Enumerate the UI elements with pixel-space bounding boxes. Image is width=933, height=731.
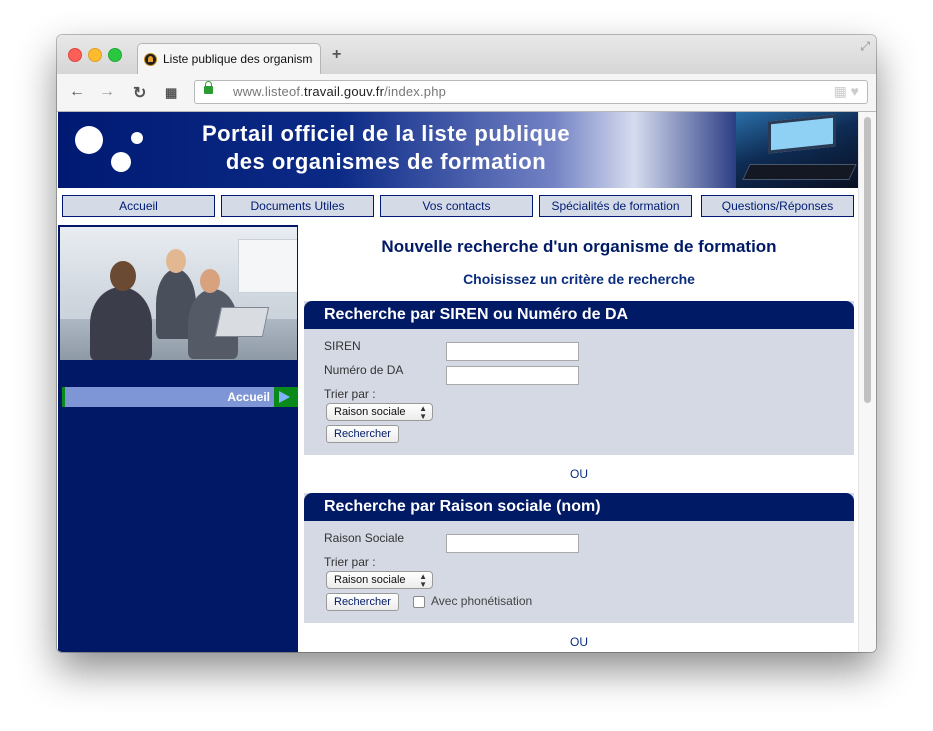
computer-image [736,112,858,188]
page-subtitle: Choisissez un critère de recherche [463,271,695,287]
tab-title: Liste publique des organismes [163,52,313,66]
logo-dot-icon [75,126,103,154]
menu-item-questions[interactable]: Questions/Réponses [701,195,854,217]
apps-grid-icon[interactable]: ▦ [165,85,177,101]
sidebar-item-accueil[interactable]: Accueil [62,387,298,407]
panel-header: Recherche par SIREN ou Numéro de DA [304,301,854,329]
menu-item-contacts[interactable]: Vos contacts [380,195,533,217]
site-banner: Portail officiel de la liste publique de… [58,112,858,188]
page-viewport: Portail officiel de la liste publique de… [57,112,876,652]
address-bar[interactable]: www.listeof.travail.gouv.fr/index.php ▦ … [194,80,868,104]
banner-title: Portail officiel de la liste publique de… [201,121,571,174]
da-number-input[interactable] [446,366,579,385]
company-name-input[interactable] [446,534,579,553]
search-button[interactable]: Rechercher [326,425,399,443]
panel-header: Recherche par Raison sociale (nom) [304,493,854,521]
scrollbar-thumb[interactable] [864,117,871,403]
bookmark-heart-icon[interactable]: ▦ ♥ [834,83,859,100]
company-name-label: Raison Sociale [324,531,405,545]
search-panel-siren: Recherche par SIREN ou Numéro de DA SIRE… [304,301,854,455]
or-separator: OU [570,635,588,649]
select-arrows-icon: ▲ ▼ [419,404,427,421]
browser-window: Liste publique des organismes + ⤢ ← → ↻ … [57,35,876,652]
menu-item-documents[interactable]: Documents Utiles [221,195,374,217]
fullscreen-icon[interactable]: ⤢ [860,39,870,54]
browser-tab[interactable]: Liste publique des organismes [137,43,321,74]
siren-input[interactable] [446,342,579,361]
sort-label: Trier par : [324,387,376,401]
arrow-right-icon [274,387,298,407]
reload-icon[interactable]: ↻ [133,83,146,103]
phonetic-checkbox[interactable] [413,596,425,608]
vertical-scrollbar[interactable] [858,112,876,652]
sort-select[interactable]: Raison sociale ▲ ▼ [326,571,433,589]
forward-arrow-icon[interactable]: → [99,83,115,101]
menu-item-specialites[interactable]: Spécialités de formation [539,195,692,217]
logo-dot-icon [111,152,131,172]
siren-label: SIREN [324,339,361,353]
tab-strip: Liste publique des organismes + ⤢ [57,35,876,74]
browser-toolbar: ← → ↻ ▦ www.listeof.travail.gouv.fr/inde… [57,74,876,112]
sort-label: Trier par : [324,555,376,569]
search-panel-name: Recherche par Raison sociale (nom) Raiso… [304,493,854,623]
close-window-button[interactable] [68,48,82,62]
page-title: Nouvelle recherche d'un organisme de for… [381,237,777,256]
select-arrows-icon: ▲ ▼ [419,572,427,589]
url-text: www.listeof.travail.gouv.fr/index.php [233,84,447,99]
sort-select[interactable]: Raison sociale ▲ ▼ [326,403,433,421]
zoom-window-button[interactable] [108,48,122,62]
lock-icon [204,81,213,94]
sidebar: Accueil [58,225,298,652]
logo-dot-icon [131,132,143,144]
phonetic-label: Avec phonétisation [431,594,533,608]
or-separator: OU [570,467,588,481]
back-arrow-icon[interactable]: ← [69,83,85,101]
new-tab-button[interactable]: + [332,46,341,64]
minimize-window-button[interactable] [88,48,102,62]
site-favicon-icon [144,53,157,66]
sidebar-item-label: Accueil [227,390,270,404]
business-people-photo [60,227,297,360]
da-label: Numéro de DA [324,363,404,377]
search-button[interactable]: Rechercher [326,593,399,611]
main-menu: Accueil Documents Utiles Vos contacts Sp… [57,195,857,219]
menu-item-accueil[interactable]: Accueil [62,195,215,217]
